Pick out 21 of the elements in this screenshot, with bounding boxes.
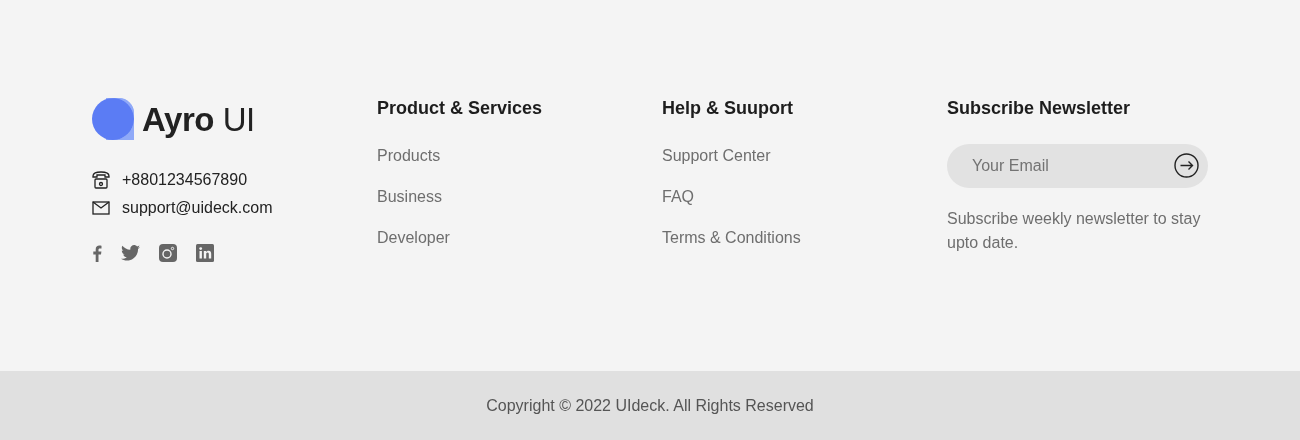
logo-text: Ayro UI <box>142 102 255 136</box>
footer-link[interactable]: FAQ <box>662 186 694 209</box>
newsletter-note: Subscribe weekly newsletter to stay upto date. <box>947 208 1202 253</box>
column-heading: Subscribe Newsletter <box>947 98 1132 120</box>
contact-text: +8801234567890 <box>122 170 248 190</box>
logo-icon <box>92 98 134 140</box>
column-heading: Help & Suuport <box>662 98 794 120</box>
email-field[interactable]: Your Email <box>947 143 1208 188</box>
contact-text: support@uideck.com <box>122 198 273 218</box>
facebook-icon[interactable] <box>92 244 102 262</box>
footer-link[interactable]: Products <box>377 144 441 167</box>
column-heading: Product & Services <box>377 98 544 120</box>
footer-link[interactable]: Developer <box>377 227 450 250</box>
copyright-text: Copyright © 2022 UIdeck. All Rights Reserved <box>486 395 814 416</box>
footer-link[interactable]: Support Center <box>662 144 771 167</box>
footer-link[interactable]: Business <box>377 186 442 209</box>
footer-link[interactable]: Terms & Conditions <box>662 227 801 250</box>
bird-icon[interactable] <box>121 245 140 261</box>
linkedin-icon[interactable] <box>196 244 214 262</box>
submit-arrow-icon[interactable] <box>1174 152 1199 178</box>
camera-icon[interactable] <box>159 244 177 262</box>
